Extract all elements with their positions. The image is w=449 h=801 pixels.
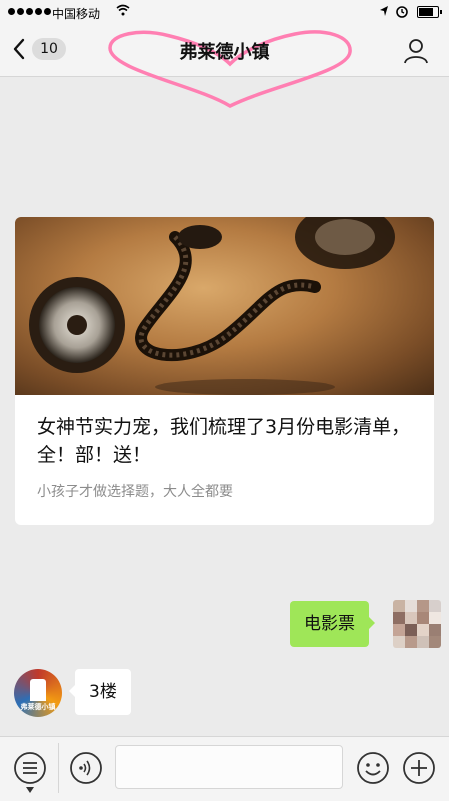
- alarm-icon: [396, 6, 408, 18]
- caret-down-icon: [26, 787, 34, 793]
- article-card[interactable]: 女神节实力宠，我们梳理了3月份电影清单，全！部！送！ 小孩子才做选择题，大人全都…: [15, 217, 434, 525]
- voice-button[interactable]: [69, 751, 103, 785]
- signal-strength-icon: [8, 8, 51, 15]
- status-bar: 中国移动: [0, 0, 449, 26]
- film-reel-illustration: [29, 217, 395, 395]
- article-cover-image: [15, 217, 434, 395]
- article-subtitle: 小孩子才做选择题，大人全都要: [37, 484, 233, 500]
- wifi-icon: [116, 4, 130, 16]
- plus-icon: [403, 752, 435, 784]
- sent-message-bubble[interactable]: 电影票: [290, 601, 375, 647]
- emoji-button[interactable]: [356, 751, 390, 785]
- location-icon: [380, 6, 388, 16]
- list-icon: [14, 752, 46, 784]
- person-icon: [404, 39, 428, 64]
- carrier-name: 中国移动: [52, 7, 101, 21]
- sound-wave-icon: [70, 752, 102, 784]
- profile-button[interactable]: [403, 38, 429, 68]
- input-toolbar: [0, 736, 449, 801]
- article-title: 女神节实力宠，我们梳理了3月份电影清单，全！部！送！: [37, 416, 411, 466]
- nav-bar: 10 弗莱德小镇: [0, 26, 449, 108]
- toolbar-divider: [58, 743, 59, 793]
- message-input[interactable]: [115, 745, 343, 789]
- battery-level: [419, 8, 433, 16]
- smile-icon: [357, 752, 389, 784]
- menu-toggle-button[interactable]: [13, 751, 47, 793]
- castle-icon: [30, 679, 46, 701]
- chat-title: 弗莱德小镇: [179, 42, 270, 63]
- official-account-avatar[interactable]: 弗莱德小镇: [14, 669, 62, 717]
- battery-icon: [417, 6, 442, 18]
- my-avatar[interactable]: [393, 600, 441, 648]
- avatar-caption: 弗莱德小镇: [20, 703, 56, 711]
- add-button[interactable]: [402, 751, 436, 785]
- received-message-bubble[interactable]: 3楼: [69, 669, 131, 715]
